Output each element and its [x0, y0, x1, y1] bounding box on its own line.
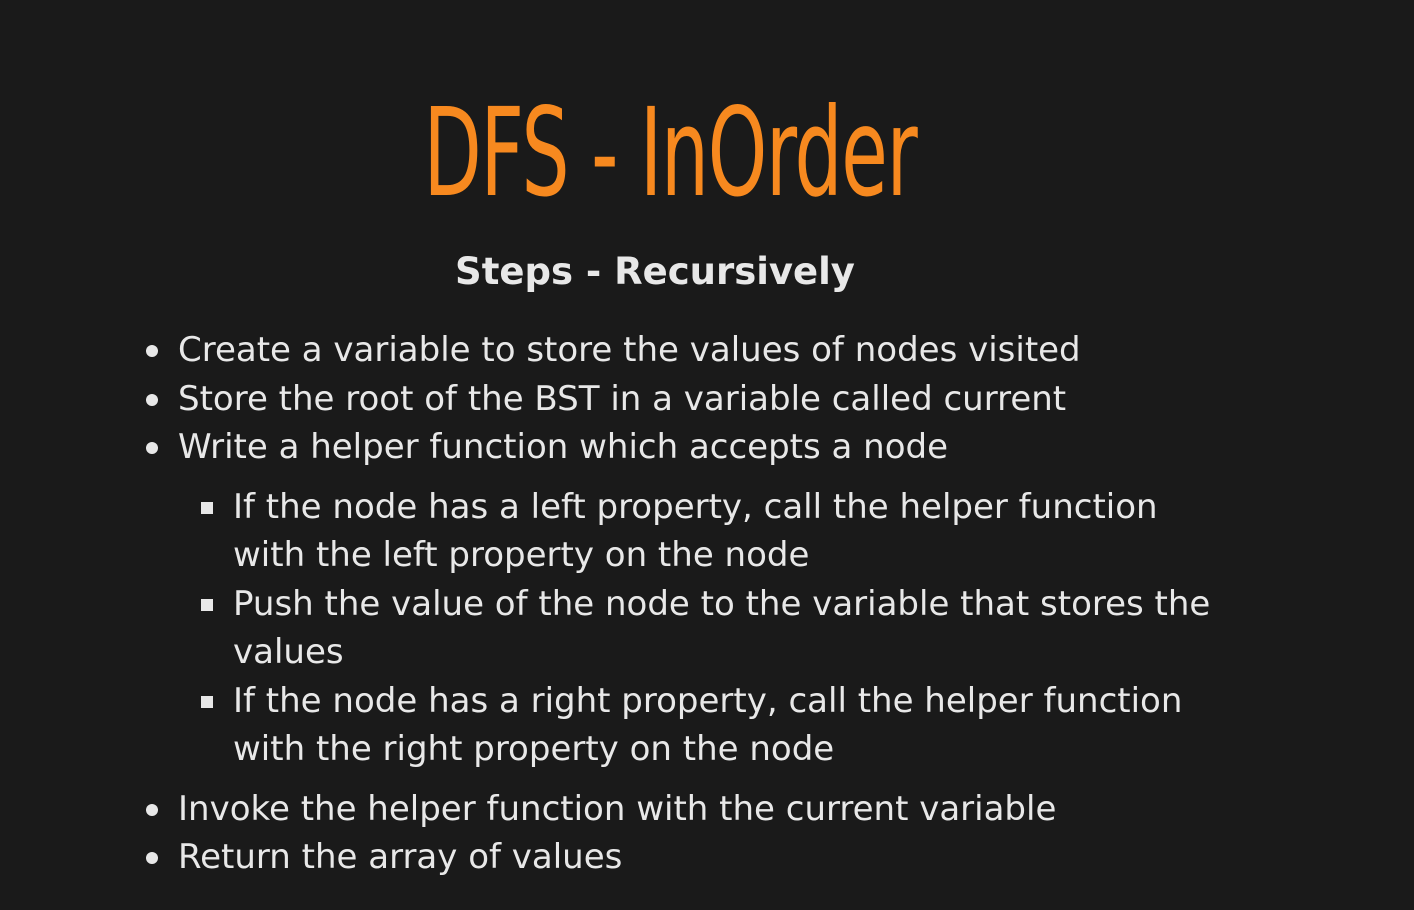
sub-list-item: Push the value of the node to the variab…: [201, 580, 1228, 677]
square-bullet-icon: [201, 501, 213, 514]
list-item: Create a variable to store the values of…: [146, 326, 1228, 375]
list-item: Write a helper function which accepts a …: [146, 423, 1228, 774]
steps-list: Create a variable to store the values of…: [146, 326, 1228, 882]
list-item: Store the root of the BST in a variable …: [146, 375, 1228, 424]
bullet-icon: [146, 442, 158, 454]
helper-step-text: If the node has a right property, call t…: [233, 680, 1183, 770]
list-item: Return the array of values: [146, 833, 1228, 882]
bullet-icon: [146, 803, 158, 816]
bullet-icon: [146, 852, 158, 864]
helper-steps-list: If the node has a left property, call th…: [178, 483, 1228, 774]
square-bullet-icon: [201, 695, 213, 708]
step-text: Write a helper function which accepts a …: [178, 427, 949, 467]
step-text: Create a variable to store the values of…: [178, 330, 1081, 370]
bullet-icon: [146, 393, 158, 406]
step-text: Invoke the helper function with the curr…: [178, 788, 1057, 829]
step-text: Return the array of values: [178, 837, 623, 877]
slide-subtitle: Steps - Recursively: [455, 250, 855, 293]
slide: DFS - InOrder Steps - Recursively Create…: [0, 0, 1414, 910]
sub-list-item: If the node has a right property, call t…: [201, 677, 1228, 774]
slide-title: DFS - InOrder: [423, 82, 918, 224]
list-item: Invoke the helper function with the curr…: [146, 785, 1228, 834]
sub-list-item: If the node has a left property, call th…: [201, 483, 1228, 580]
helper-step-text: If the node has a left property, call th…: [233, 486, 1158, 576]
step-text: Store the root of the BST in a variable …: [178, 378, 1067, 419]
bullet-icon: [146, 345, 158, 357]
square-bullet-icon: [201, 598, 213, 611]
helper-step-text: Push the value of the node to the variab…: [233, 583, 1211, 673]
